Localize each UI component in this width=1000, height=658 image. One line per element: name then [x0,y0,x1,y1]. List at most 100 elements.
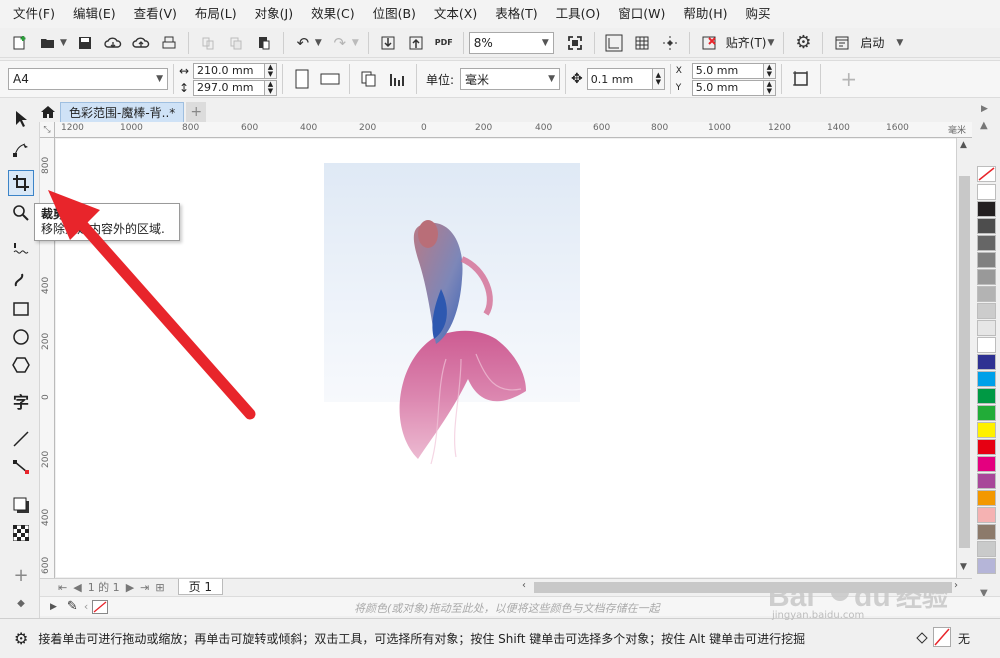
fill-indicator-icon[interactable] [914,629,930,648]
color-swatch[interactable] [977,218,996,234]
text-tool-icon[interactable]: 字 [8,388,34,414]
undo-icon[interactable]: ↶ [290,31,316,55]
color-swatch[interactable] [977,507,996,523]
color-swatch[interactable] [977,473,996,489]
palette-expand-icon[interactable]: ▶ [50,602,57,612]
landscape-icon[interactable] [317,67,343,91]
color-swatch[interactable] [977,286,996,302]
duplicate-x-field[interactable]: 5.0 mm [691,62,764,79]
snap-dropdown-icon[interactable]: ▼ [767,38,774,48]
new-document-icon[interactable] [7,31,33,55]
dup-y-spinner[interactable]: ▲ ▼ [763,79,776,96]
cloud-upload-icon[interactable] [128,31,154,55]
drawing-canvas[interactable] [56,139,972,577]
add-icon[interactable]: + [836,67,862,91]
show-guidelines-icon[interactable] [657,31,683,55]
palette-left-icon[interactable]: ‹ [84,600,88,613]
snap-to-label[interactable]: 贴齐(T) [726,34,767,51]
menu-help[interactable]: 帮助(H) [674,0,736,28]
color-swatch[interactable] [977,235,996,251]
last-page-icon[interactable]: ⇥ [140,581,149,594]
nudge-distance-field[interactable]: 0.1 mm [586,68,653,90]
open-dropdown-icon[interactable]: ▼ [60,38,67,48]
height-spinner[interactable]: ▲ ▼ [265,79,277,96]
page-tab[interactable]: 页 1 [177,579,224,595]
color-swatch[interactable] [977,422,996,438]
color-swatch[interactable] [977,388,996,404]
add-tool-icon[interactable]: + [8,562,34,588]
launch-icon[interactable] [829,31,855,55]
page-height-field[interactable]: 297.0 mm [193,79,265,96]
menu-buy[interactable]: 购买 [737,0,780,28]
print-icon[interactable] [156,31,182,55]
full-screen-icon[interactable] [562,31,588,55]
menu-window[interactable]: 窗口(W) [609,0,674,28]
color-swatch[interactable] [977,201,996,217]
options-gear-icon[interactable]: ⚙ [790,31,816,55]
color-swatch[interactable] [977,456,996,472]
page-width-field[interactable]: 210.0 mm [193,62,265,79]
color-swatch[interactable] [977,558,996,574]
snap-off-icon[interactable] [696,31,722,55]
first-page-icon[interactable]: ⇤ [58,581,67,594]
menu-table[interactable]: 表格(T) [486,0,546,28]
paste-icon[interactable] [251,31,277,55]
connector-tool-icon[interactable] [8,454,34,480]
add-page-icon[interactable]: ⊞ [155,581,164,594]
color-swatch[interactable] [977,405,996,421]
transparency-tool-icon[interactable] [8,520,34,546]
all-pages-icon[interactable] [356,67,382,91]
document-tab[interactable]: 色彩范围-魔棒-背..* [60,102,185,122]
rectangle-tool-icon[interactable] [8,296,34,322]
menu-view[interactable]: 查看(V) [125,0,186,28]
menu-tools[interactable]: 工具(O) [547,0,610,28]
zoom-level-combo[interactable]: 8% ▼ [468,31,554,54]
toolbox-scroll-icon[interactable]: ◆ [8,590,34,616]
import-icon[interactable] [375,31,401,55]
save-icon[interactable] [72,31,98,55]
color-swatch[interactable] [977,252,996,268]
duplicate-y-field[interactable]: 5.0 mm [691,79,764,96]
scroll-left-icon[interactable]: ‹ [522,580,526,591]
export-icon[interactable] [403,31,429,55]
palette-options-icon[interactable]: ▶ [981,104,988,114]
menu-effects[interactable]: 效果(C) [302,0,363,28]
menu-file[interactable]: 文件(F) [4,0,64,28]
nudge-spinner[interactable]: ▲ ▼ [652,68,665,90]
show-rulers-icon[interactable] [601,31,627,55]
menu-layout[interactable]: 布局(L) [186,0,246,28]
pick-tool-icon[interactable] [8,106,34,132]
color-swatch[interactable] [977,354,996,370]
launch-label[interactable]: 启动 [860,34,884,51]
menu-text[interactable]: 文本(X) [425,0,486,28]
redo-icon[interactable]: ↷ [327,31,353,55]
cut-icon[interactable] [195,31,221,55]
width-spinner[interactable]: ▲ ▼ [265,62,277,79]
launch-dropdown-icon[interactable]: ▼ [896,38,903,48]
ellipse-tool-icon[interactable] [8,324,34,350]
publish-pdf-icon[interactable]: PDF [431,31,457,55]
color-swatch[interactable] [977,184,996,200]
color-swatch[interactable] [977,337,996,353]
units-combo[interactable]: 毫米 ▼ [460,68,561,90]
eyedropper-icon[interactable]: ✎ [67,599,78,614]
polygon-tool-icon[interactable] [8,352,34,378]
color-swatch[interactable] [977,303,996,319]
color-swatch[interactable] [977,320,996,336]
zoom-tool-icon[interactable] [8,200,34,226]
next-page-icon[interactable]: ▶ [126,581,134,594]
color-swatch[interactable] [977,439,996,455]
treat-as-filled-icon[interactable] [788,67,814,91]
color-swatch[interactable] [977,524,996,540]
portrait-icon[interactable] [289,67,315,91]
crop-tool-icon[interactable] [8,170,34,196]
no-color-swatch[interactable] [92,599,109,614]
color-swatch[interactable] [977,490,996,506]
parallel-dimension-icon[interactable] [8,426,34,452]
artistic-media-icon[interactable] [8,266,34,292]
open-folder-icon[interactable] [35,31,61,55]
palette-scroll-up-icon[interactable]: ▲ [980,120,988,131]
paper-size-combo[interactable]: A4 ▼ [8,68,168,90]
show-grid-icon[interactable] [629,31,655,55]
scroll-up-icon[interactable]: ▲ [960,140,967,150]
